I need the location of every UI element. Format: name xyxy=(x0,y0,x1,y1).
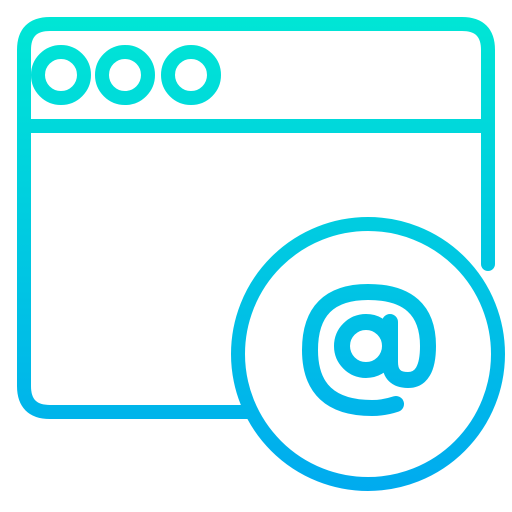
window-dot-1-icon xyxy=(31,45,91,105)
browser-window-frame-icon xyxy=(17,17,495,419)
email-badge-circle xyxy=(231,217,505,491)
browser-email-icon xyxy=(0,0,512,512)
at-sign-icon xyxy=(302,284,436,416)
window-dot-3-icon xyxy=(161,45,221,105)
browser-email-graphic xyxy=(17,17,505,491)
window-dot-2-icon xyxy=(95,45,155,105)
